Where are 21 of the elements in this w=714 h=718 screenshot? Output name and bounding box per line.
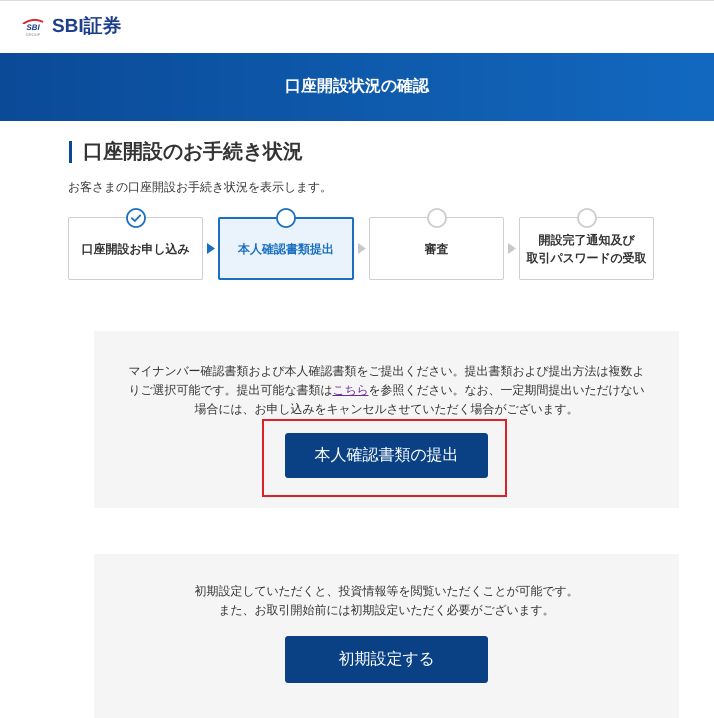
step-label: 取引パスワードの受取 (526, 250, 646, 266)
panel-message: また、お取引開始前には初期設定いただく必要がございます。 (218, 602, 556, 619)
step-label: 審査 (424, 240, 448, 258)
emblem-text: SBI (26, 24, 40, 32)
section-description: お客さまの口座開設お手続き状況を表示します。 (68, 179, 332, 195)
arrow-icon (206, 243, 214, 254)
swoosh-icon (22, 18, 44, 24)
arrow-icon (358, 243, 366, 254)
section-heading: 口座開設のお手続き状況 (83, 141, 303, 163)
heading-bar (69, 141, 72, 163)
panel-message: マイナンバー確認書類および本人確認書類をご提出ください。提出書類および提出方法は複数よりご選択可能です。提出可能な書類は こちら を参照ください。なお、一定期間提出いただけない場合には、お申し込みをキャンセルさせていただく場合がございます。 (128, 363, 646, 418)
step-label: 口座開設お申し込み (82, 240, 190, 258)
panel-message: 初期設定していただくと、投資情報等を閲覧いただくことが可能です。 (194, 583, 580, 600)
action-button[interactable]: 本人確認書類の提出 (285, 433, 488, 478)
arrow-icon (508, 243, 516, 254)
banner-title: 口座開設状況の確認 (285, 77, 429, 97)
step-label: 本人確認書類提出 (238, 240, 334, 258)
action-button[interactable]: 初期設定する (285, 636, 488, 683)
step-label: 開設完了通知及び (538, 232, 634, 248)
documents-link[interactable]: こちら (332, 383, 368, 397)
brand-name: SBI証券 (52, 16, 122, 38)
